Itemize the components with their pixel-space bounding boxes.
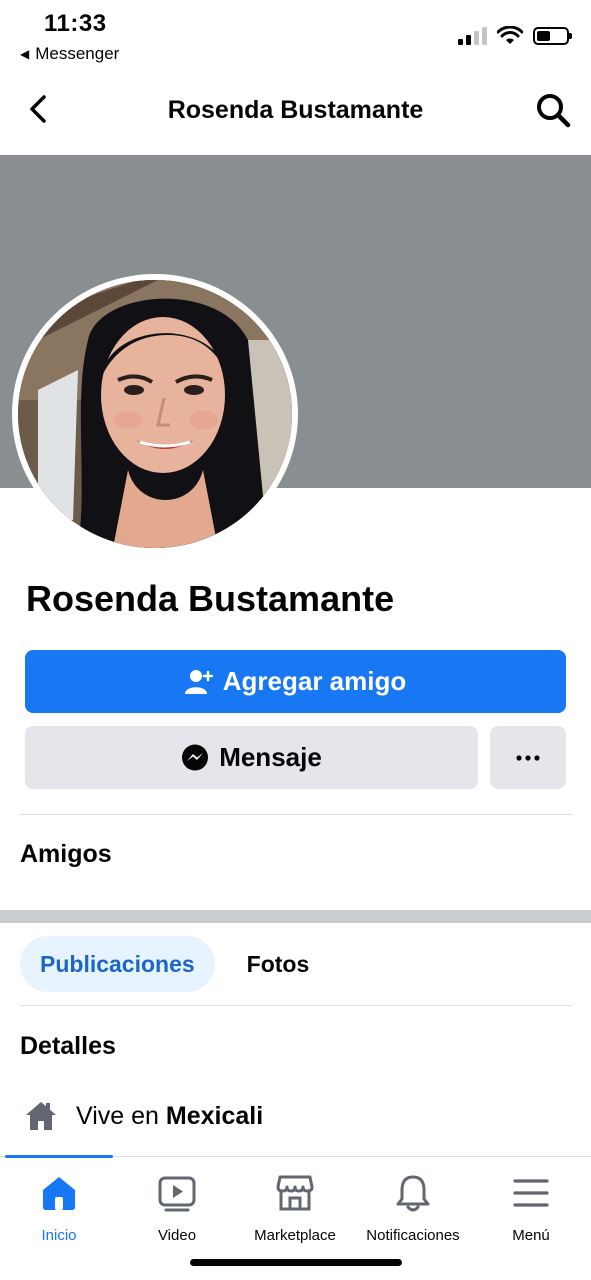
home-icon [43,1177,75,1210]
cellular-signal-icon [458,27,487,45]
message-label: Mensaje [219,742,322,772]
battery-icon [533,27,572,45]
divider [20,1005,572,1006]
profile-name: Rosenda Bustamante [26,578,395,619]
bell-icon [396,1175,430,1212]
profile-tabs: Publicaciones Fotos [20,936,329,992]
nav-tab-marketplace[interactable]: Marketplace [236,1157,354,1257]
tab-fotos[interactable]: Fotos [227,936,330,992]
section-separator [0,910,591,923]
profile-picture[interactable] [12,274,298,554]
nav-tab-menu[interactable]: Menú [472,1157,590,1257]
nav-label: Notificaciones [366,1227,460,1244]
home-indicator[interactable] [190,1259,402,1266]
back-app-label: Messenger [35,44,120,63]
avatar-portrait-image [18,280,292,548]
nav-tab-notificaciones[interactable]: Notificaciones [354,1157,472,1257]
divider [20,814,572,815]
nav-label: Inicio [41,1227,77,1244]
header-title: Rosenda Bustamante [167,96,424,124]
message-button[interactable]: Mensaje [25,726,478,789]
avatar [18,280,292,548]
back-to-app-link[interactable]: ◀ Messenger [20,44,119,64]
status-time: 11:33 [44,10,107,37]
search-icon[interactable] [535,92,571,128]
lives-in-prefix: Vive en [76,1101,159,1130]
nav-tab-video[interactable]: Video [118,1157,236,1257]
wifi-icon [497,26,523,44]
nav-tab-inicio[interactable]: Inicio [0,1157,118,1257]
nav-label: Marketplace [254,1227,336,1244]
profile-header: Rosenda Bustamante [0,80,591,140]
nav-label: Video [157,1227,197,1244]
video-icon [158,1176,196,1212]
messenger-icon [182,744,209,770]
detail-lives-in: Vive en Mexicali [24,1100,263,1132]
tab-publicaciones[interactable]: Publicaciones [20,936,215,992]
add-friend-button[interactable]: Agregar amigo [25,650,566,713]
more-options-button[interactable] [490,726,566,789]
more-dots-icon [516,754,540,761]
friends-section-title[interactable]: Amigos [20,840,112,869]
add-friend-label: Agregar amigo [222,666,407,696]
status-icons [458,26,572,46]
details-section-title: Detalles [20,1032,116,1060]
house-icon [26,1102,56,1130]
back-triangle-icon: ◀ [20,47,30,61]
lives-in-city[interactable]: Mexicali [166,1102,263,1130]
status-bar: 11:33 ◀ Messenger [0,0,591,72]
add-friend-icon [184,669,213,694]
menu-icon [513,1179,549,1207]
nav-label: Menú [512,1227,550,1244]
marketplace-icon [276,1175,314,1211]
